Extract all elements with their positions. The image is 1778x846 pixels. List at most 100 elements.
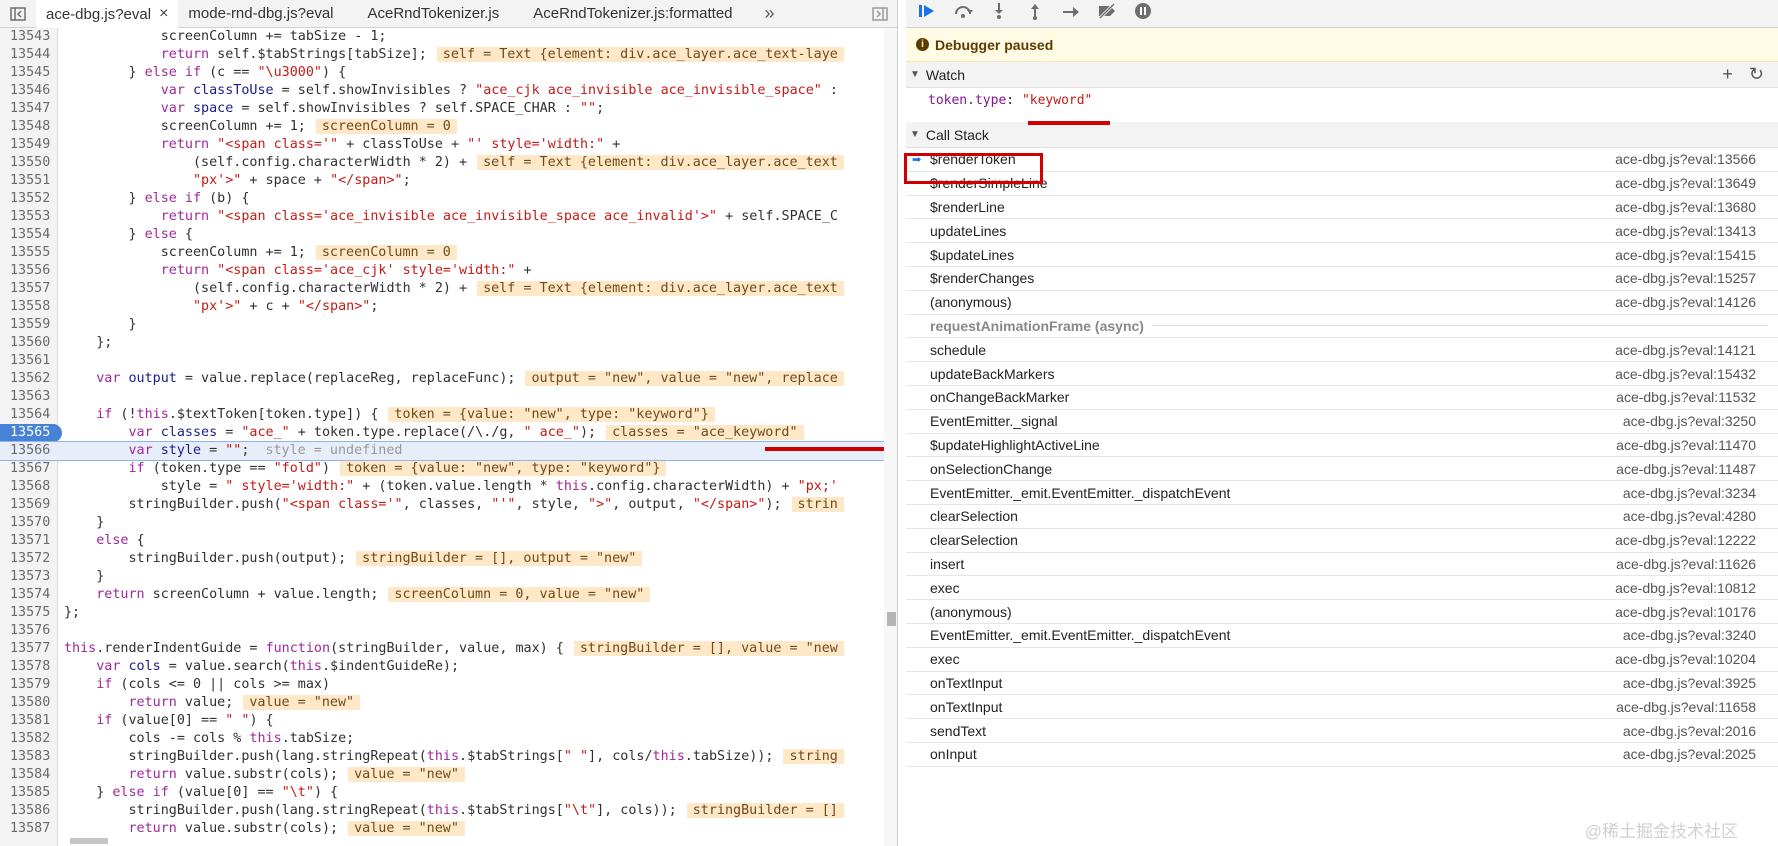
code-line[interactable]: 13577 this.renderIndentGuide = function(s… bbox=[0, 640, 884, 658]
code-line[interactable]: 13571 else { bbox=[0, 532, 884, 550]
resume-icon[interactable] bbox=[916, 3, 938, 24]
pause-on-exceptions-icon[interactable] bbox=[1132, 2, 1154, 25]
code-line[interactable]: 13545 } else if (c == "\u3000") { bbox=[0, 64, 884, 82]
line-number[interactable]: 13577 bbox=[0, 640, 58, 658]
code-line[interactable]: 13549 return "<span class='" + classToUs… bbox=[0, 136, 884, 154]
code-line[interactable]: 13554 } else { bbox=[0, 226, 884, 244]
line-number[interactable]: 13575 bbox=[0, 604, 58, 622]
line-number[interactable]: 13559 bbox=[0, 316, 58, 334]
more-tabs-icon[interactable]: » bbox=[755, 0, 785, 28]
call-frame-location[interactable]: ace-dbg.js?eval:11487 bbox=[1616, 461, 1756, 477]
code-line[interactable]: 13568 style = " style='width:" + (token.… bbox=[0, 478, 884, 496]
code-line[interactable]: 13566 var style = ""; style = undefined bbox=[0, 441, 884, 461]
line-number[interactable]: 13543 bbox=[0, 28, 58, 46]
line-number[interactable]: 13555 bbox=[0, 244, 58, 262]
line-number[interactable]: 13571 bbox=[0, 532, 58, 550]
call-frame-location[interactable]: ace-dbg.js?eval:3250 bbox=[1623, 413, 1756, 429]
step-icon[interactable] bbox=[1060, 4, 1082, 24]
step-out-icon[interactable] bbox=[1024, 2, 1046, 25]
line-number[interactable]: 13560 bbox=[0, 334, 58, 352]
code-line[interactable]: 13550 (self.config.characterWidth * 2) +… bbox=[0, 154, 884, 172]
call-frame-location[interactable]: ace-dbg.js?eval:3925 bbox=[1623, 675, 1756, 691]
code-line[interactable]: 13567 if (token.type == "fold") token = {… bbox=[0, 460, 884, 478]
code-line[interactable]: 13562 var output = value.replace(replace… bbox=[0, 370, 884, 388]
code-line[interactable]: 13548 screenColumn += 1; screenColumn = 0 bbox=[0, 118, 884, 136]
code-line[interactable]: 13558 "px'>" + c + "</span>"; bbox=[0, 298, 884, 316]
code-line[interactable]: 13551 "px'>" + space + "</span>"; bbox=[0, 172, 884, 190]
call-frame[interactable]: $renderChanges ace-dbg.js?eval:15257 bbox=[906, 267, 1778, 291]
code-line[interactable]: 13579 if (cols <= 0 || cols >= max) bbox=[0, 676, 884, 694]
call-frame[interactable]: exec ace-dbg.js?eval:10204 bbox=[906, 648, 1778, 672]
toggle-navigator-icon[interactable] bbox=[0, 0, 36, 28]
code-line[interactable]: 13584 return value.substr(cols); value = … bbox=[0, 766, 884, 784]
step-into-icon[interactable] bbox=[988, 2, 1010, 25]
line-number[interactable]: 13581 bbox=[0, 712, 58, 730]
code-line[interactable]: 13561 bbox=[0, 352, 884, 370]
call-frame-location[interactable]: ace-dbg.js?eval:11658 bbox=[1616, 699, 1756, 715]
breakpoint-line-number[interactable]: 13565 bbox=[0, 424, 62, 442]
line-number[interactable]: 13563 bbox=[0, 388, 58, 406]
call-frame-location[interactable]: ace-dbg.js?eval:11626 bbox=[1616, 556, 1756, 572]
call-frame-location[interactable]: ace-dbg.js?eval:3234 bbox=[1623, 485, 1756, 501]
line-number[interactable]: 13545 bbox=[0, 64, 58, 82]
call-frame[interactable]: schedule ace-dbg.js?eval:14121 bbox=[906, 338, 1778, 363]
collapse-triangle-icon[interactable]: ▼ bbox=[910, 69, 920, 80]
tab-ace-rnd-tokenizer[interactable]: AceRndTokenizer.js bbox=[358, 0, 510, 28]
line-number[interactable]: 13562 bbox=[0, 370, 58, 388]
call-stack-section-header[interactable]: ▼ Call Stack bbox=[906, 122, 1778, 148]
line-number[interactable]: 13546 bbox=[0, 82, 58, 100]
call-frame-location[interactable]: ace-dbg.js?eval:10812 bbox=[1615, 580, 1756, 596]
call-frame-location[interactable]: ace-dbg.js?eval:10176 bbox=[1615, 604, 1756, 620]
call-frame[interactable]: $updateHighlightActiveLine ace-dbg.js?eva… bbox=[906, 434, 1778, 458]
code-line[interactable]: 13563 bbox=[0, 388, 884, 406]
call-frame-location[interactable]: ace-dbg.js?eval:4280 bbox=[1623, 508, 1756, 524]
line-number[interactable]: 13554 bbox=[0, 226, 58, 244]
call-frame-location[interactable]: ace-dbg.js?eval:14121 bbox=[1615, 342, 1756, 358]
call-frame[interactable]: $renderLine ace-dbg.js?eval:13680 bbox=[906, 196, 1778, 220]
call-frame[interactable]: updateLines ace-dbg.js?eval:13413 bbox=[906, 219, 1778, 244]
line-number[interactable]: 13550 bbox=[0, 154, 58, 172]
line-number[interactable]: 13552 bbox=[0, 190, 58, 208]
code-line[interactable]: 13586 stringBuilder.push(lang.stringRepe… bbox=[0, 802, 884, 820]
call-frame-location[interactable]: ace-dbg.js?eval:15432 bbox=[1615, 366, 1756, 382]
line-number[interactable]: 13564 bbox=[0, 406, 58, 424]
deactivate-breakpoints-icon[interactable] bbox=[1096, 2, 1118, 24]
line-number[interactable]: 13561 bbox=[0, 352, 58, 370]
line-number[interactable]: 13579 bbox=[0, 676, 58, 694]
call-frame[interactable]: exec ace-dbg.js?eval:10812 bbox=[906, 576, 1778, 601]
call-frame[interactable]: onSelectionChange ace-dbg.js?eval:11487 bbox=[906, 457, 1778, 482]
call-frame[interactable]: clearSelection ace-dbg.js?eval:4280 bbox=[906, 505, 1778, 529]
call-frame-location[interactable]: ace-dbg.js?eval:10204 bbox=[1615, 651, 1756, 667]
call-frame[interactable]: (anonymous) ace-dbg.js?eval:14126 bbox=[906, 291, 1778, 315]
tab-ace-dbg[interactable]: ace-dbg.js?eval × bbox=[36, 0, 179, 29]
line-number[interactable]: 13574 bbox=[0, 586, 58, 604]
code-line[interactable]: 13580 return value; value = "new" bbox=[0, 694, 884, 712]
call-frame-location[interactable]: ace-dbg.js?eval:14126 bbox=[1615, 294, 1756, 310]
line-number[interactable]: 13583 bbox=[0, 748, 58, 766]
call-frame[interactable]: EventEmitter._emit.EventEmitter._dispatc… bbox=[906, 624, 1778, 648]
code-line[interactable]: 13582 cols -= cols % this.tabSize; bbox=[0, 730, 884, 748]
code-line[interactable]: 13574 return screenColumn + value.length… bbox=[0, 586, 884, 604]
call-frame-location[interactable]: ace-dbg.js?eval:12222 bbox=[1615, 532, 1756, 548]
call-frame-location[interactable]: ace-dbg.js?eval:13649 bbox=[1615, 175, 1756, 191]
code-line[interactable]: 13543 screenColumn += tabSize - 1; bbox=[0, 28, 884, 46]
code-line[interactable]: 13553 return "<span class='ace_invisible… bbox=[0, 208, 884, 226]
line-number[interactable]: 13576 bbox=[0, 622, 58, 640]
call-frame[interactable]: (anonymous) ace-dbg.js?eval:10176 bbox=[906, 600, 1778, 624]
watch-expression[interactable]: token.type: "keyword" bbox=[906, 88, 1778, 122]
line-number[interactable]: 13566 bbox=[0, 442, 58, 460]
call-frame-location[interactable]: ace-dbg.js?eval:11532 bbox=[1616, 389, 1756, 405]
call-frame[interactable]: updateBackMarkers ace-dbg.js?eval:15432 bbox=[906, 362, 1778, 386]
call-frame[interactable]: sendText ace-dbg.js?eval:2016 bbox=[906, 719, 1778, 743]
call-frame-location[interactable]: ace-dbg.js?eval:3240 bbox=[1623, 627, 1756, 643]
call-frame[interactable]: EventEmitter._signal ace-dbg.js?eval:3250 bbox=[906, 410, 1778, 434]
vertical-scrollbar[interactable] bbox=[884, 28, 897, 846]
line-number[interactable]: 13578 bbox=[0, 658, 58, 676]
code-line[interactable]: 13547 var space = self.showInvisibles ? … bbox=[0, 100, 884, 118]
call-frame[interactable]: $updateLines ace-dbg.js?eval:15415 bbox=[906, 243, 1778, 267]
line-number[interactable]: 13551 bbox=[0, 172, 58, 190]
call-frame[interactable]: onChangeBackMarker ace-dbg.js?eval:11532 bbox=[906, 386, 1778, 410]
code-line[interactable]: 13572 stringBuilder.push(output); stringB… bbox=[0, 550, 884, 568]
code-line[interactable]: 13587 return value.substr(cols); value = … bbox=[0, 820, 884, 838]
code-editor[interactable]: 13543 screenColumn += tabSize - 1; 13544 … bbox=[0, 28, 884, 846]
